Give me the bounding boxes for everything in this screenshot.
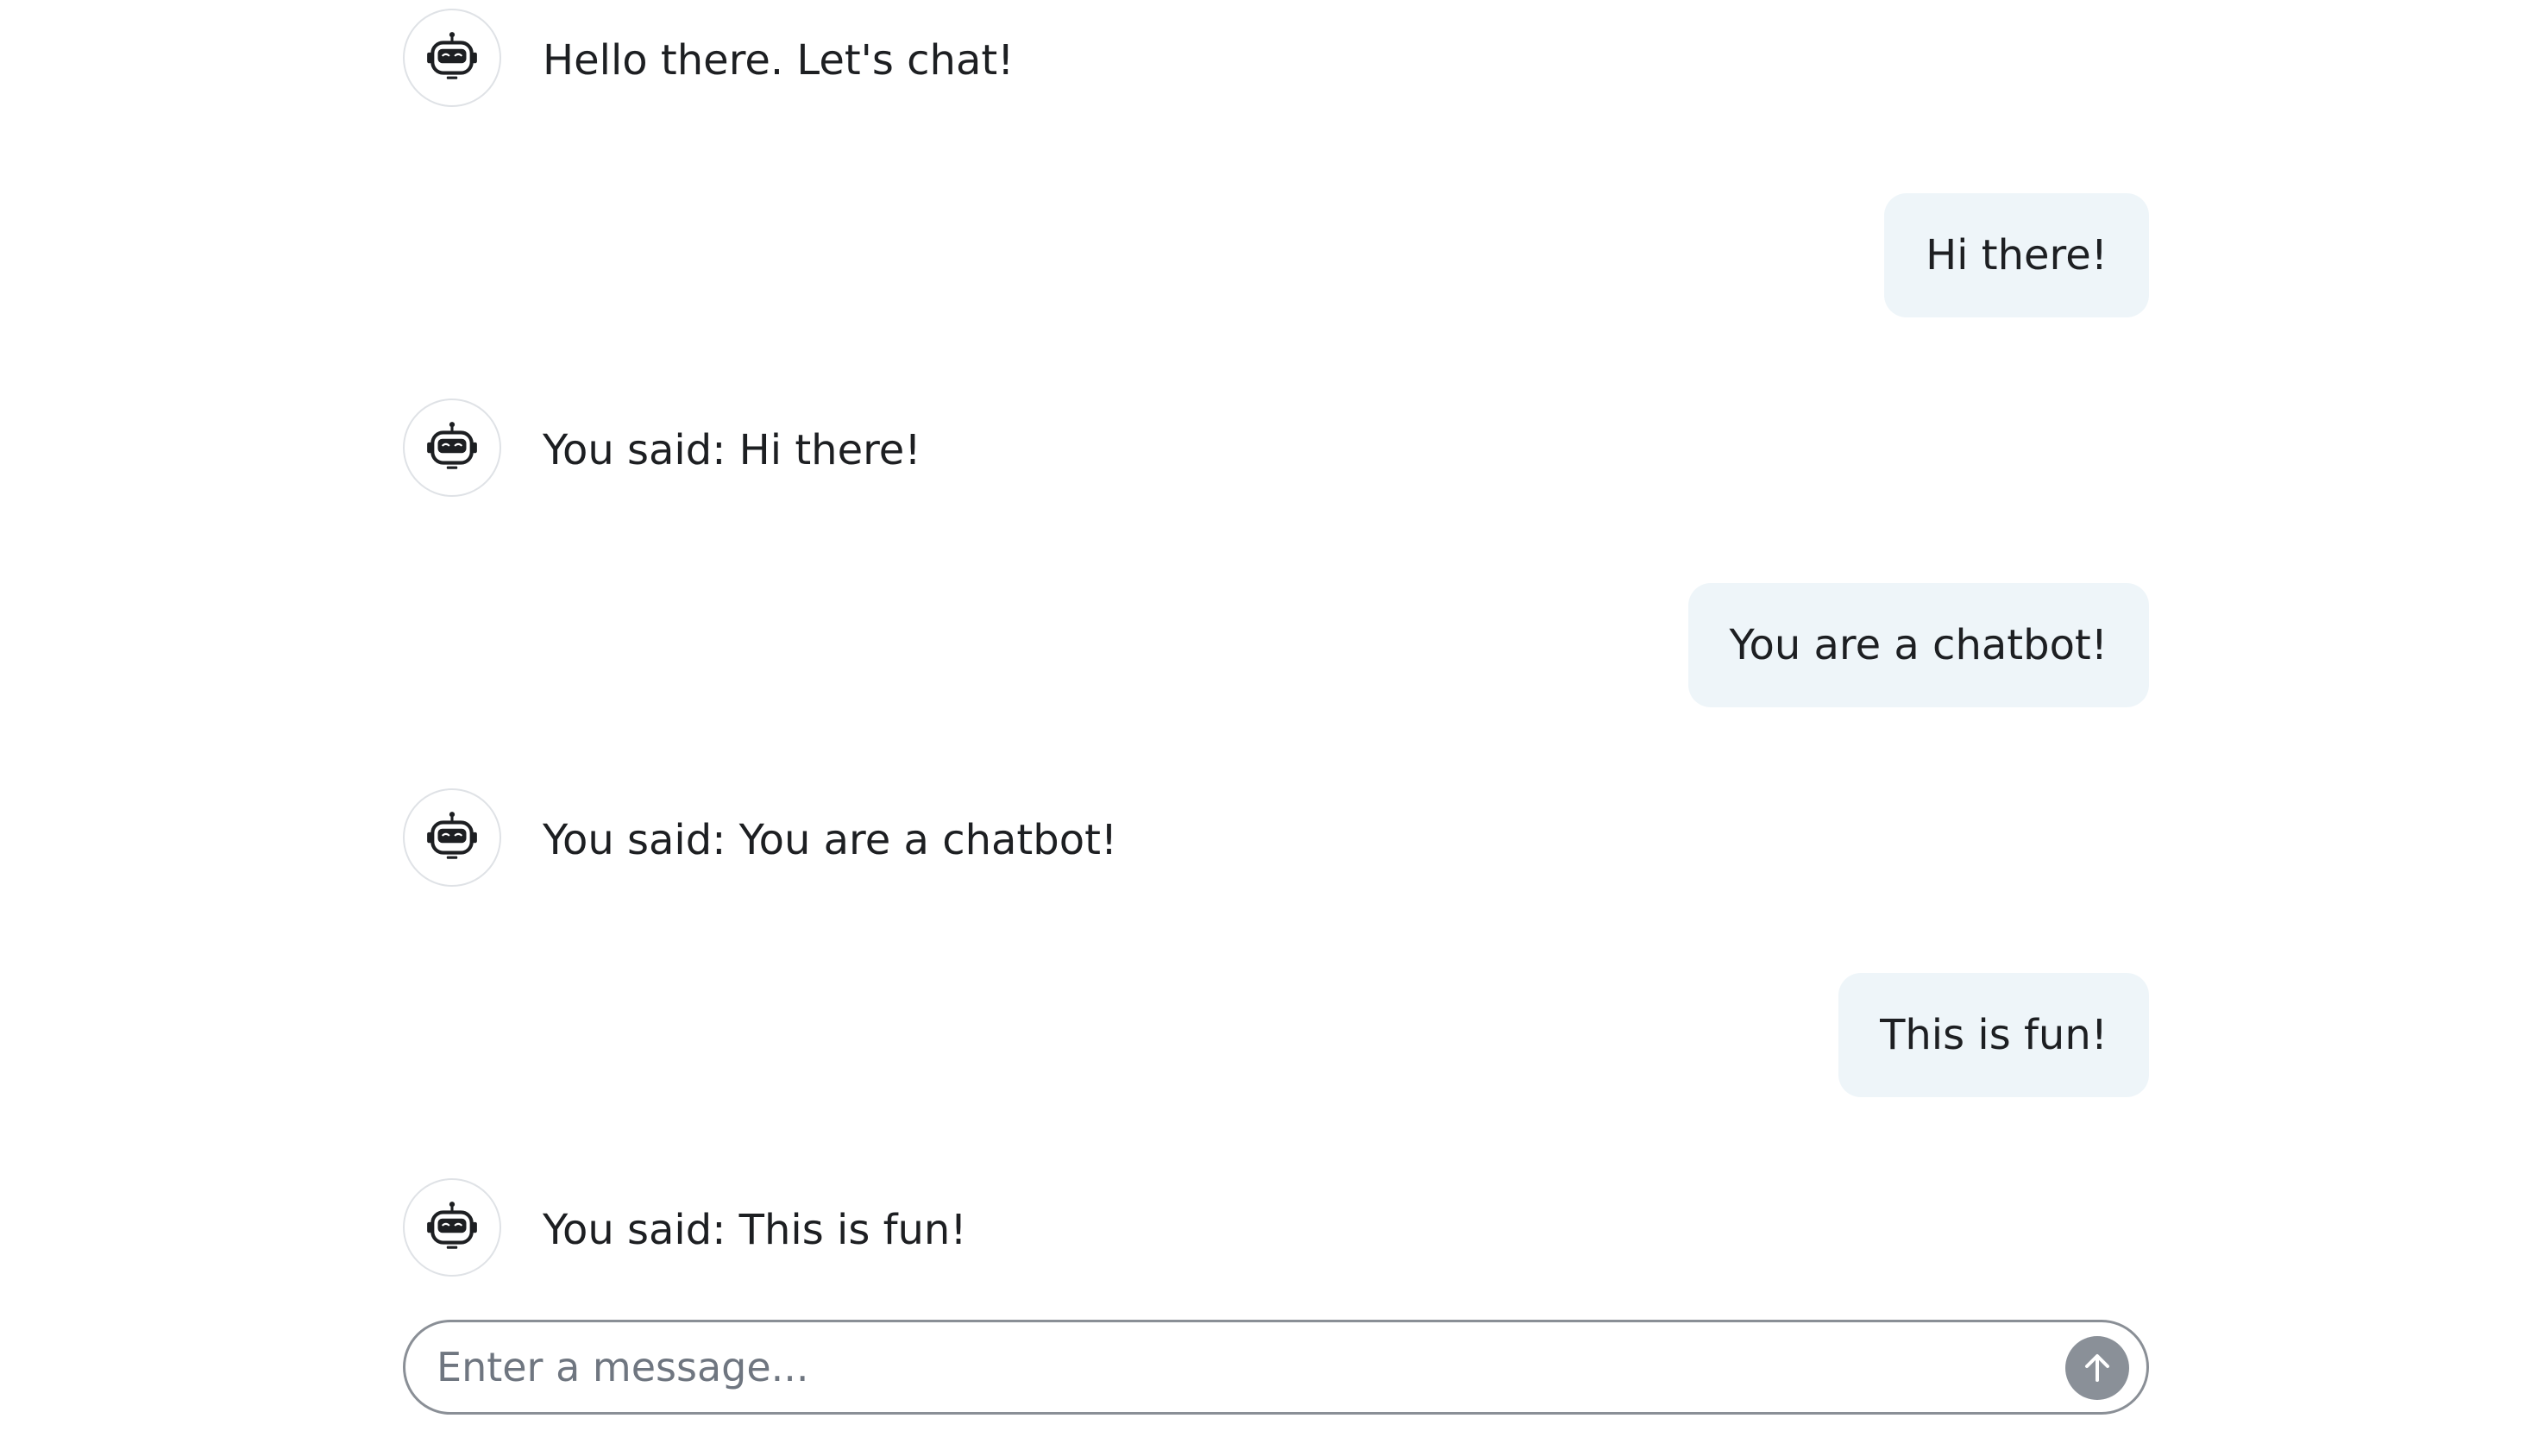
bot-message: You said: This is fun!	[403, 1168, 2149, 1292]
user-message-bubble: You are a chatbot!	[1687, 583, 2149, 707]
send-button[interactable]	[2065, 1336, 2129, 1400]
bot-message-text: You said: Hi there!	[543, 426, 921, 474]
bot-message: You said: You are a chatbot!	[403, 778, 2149, 902]
message-composer	[403, 1320, 2149, 1415]
message-input[interactable]	[437, 1331, 2050, 1403]
bot-avatar	[403, 788, 501, 887]
bot-message: You said: Hi there!	[403, 388, 2149, 512]
user-message: Hi there!	[403, 193, 2149, 317]
bot-message-text: You said: You are a chatbot!	[543, 816, 1118, 864]
user-message: This is fun!	[403, 973, 2149, 1097]
bot-avatar	[403, 1178, 501, 1277]
user-message-bubble: This is fun!	[1838, 973, 2149, 1097]
robot-icon	[427, 1202, 477, 1249]
arrow-up-icon	[2085, 1354, 2109, 1382]
chat-container: Hello there. Let's chat! Hi there! You s…	[403, 0, 2149, 1456]
bot-message-text: You said: This is fun!	[543, 1206, 967, 1254]
bot-message-text: Hello there. Let's chat!	[543, 36, 1015, 85]
robot-icon	[427, 32, 477, 79]
robot-icon	[427, 422, 477, 469]
bot-message: Hello there. Let's chat!	[403, 0, 2149, 122]
bot-avatar	[403, 9, 501, 107]
robot-icon	[427, 812, 477, 859]
bot-avatar	[403, 399, 501, 497]
user-message: You are a chatbot!	[403, 583, 2149, 707]
user-message-bubble: Hi there!	[1884, 193, 2149, 317]
